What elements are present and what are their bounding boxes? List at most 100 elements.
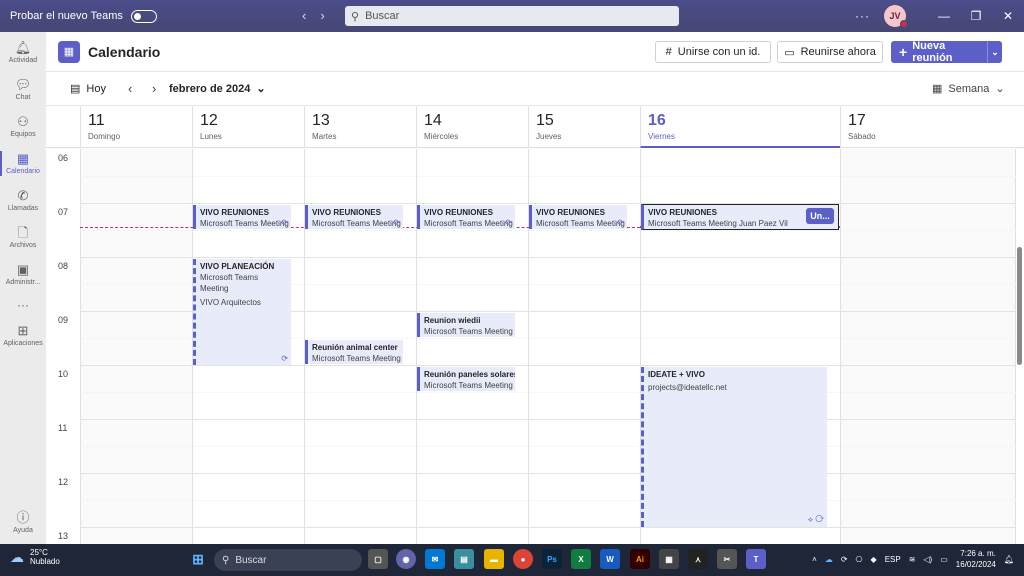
more-options-icon[interactable]: ··· (855, 9, 870, 23)
event-organizer: VIVO Arquitectos (200, 298, 261, 307)
next-week-icon[interactable]: › (152, 81, 156, 96)
event-vivo-reuniones[interactable]: VIVO REUNIONES Microsoft Teams Meeting ⟳ (305, 205, 403, 229)
calendar-app-icon: ▦ (58, 40, 80, 63)
chevron-up-icon[interactable]: ˄ (812, 555, 817, 564)
app-icon[interactable]: ▤ (454, 549, 474, 569)
event-ideate-vivo[interactable]: IDEATE + VIVO projects@ideatellc.net ⟡ ⟳ (641, 367, 827, 527)
language-indicator[interactable]: ESP (885, 555, 901, 564)
previous-week-icon[interactable]: ‹ (128, 81, 132, 96)
close-icon[interactable]: ✕ (992, 9, 1024, 23)
window-controls: ··· JV — ❐ ✕ (855, 0, 1024, 32)
day-header-thursday[interactable]: 15 Jueves (528, 106, 640, 148)
today-button[interactable]: ▤ Hoy (70, 82, 106, 96)
event-location: Microsoft Teams Meeting (312, 354, 401, 363)
view-switcher[interactable]: ▦ Semana ⌄ (932, 82, 1005, 96)
acrobat-icon[interactable]: ⋏ (688, 549, 708, 569)
month-label: febrero de 2024 (169, 82, 251, 95)
minimize-icon[interactable]: — (928, 9, 960, 23)
rail-item-chat[interactable]: 💬︎ Chat (0, 71, 46, 108)
file-explorer-icon[interactable]: ▬ (484, 549, 504, 569)
day-column[interactable] (80, 149, 192, 544)
hour-label: 06 (58, 153, 69, 163)
new-teams-toggle[interactable] (130, 9, 157, 23)
rail-label: Aplicaciones (3, 340, 43, 347)
event-vivo-reuniones[interactable]: VIVO REUNIONES Microsoft Teams Meeting ⟳ (193, 205, 291, 229)
rail-item-help[interactable]: ⓘ Ayuda (0, 504, 46, 541)
battery-icon[interactable]: ▭ (940, 555, 948, 564)
event-vivo-reuniones-selected[interactable]: VIVO REUNIONES Microsoft Teams Meeting J… (641, 204, 839, 230)
day-header-tuesday[interactable]: 13 Martes (304, 106, 416, 148)
windows-start-icon[interactable]: ⊞ (188, 549, 208, 569)
rail-item-calls[interactable]: ✆ Llamadas (0, 182, 46, 219)
event-vivo-planeacion[interactable]: VIVO PLANEACIÓN Microsoft Teams Meeting … (193, 259, 291, 365)
rail-label: Chat (15, 94, 31, 101)
day-name: Viernes (648, 132, 675, 141)
day-header-monday[interactable]: 12 Lunes (192, 106, 304, 148)
event-vivo-reuniones[interactable]: VIVO REUNIONES Microsoft Teams Meeting ⟳ (529, 205, 627, 229)
day-name: Domingo (88, 132, 121, 141)
day-column[interactable] (840, 149, 1016, 544)
sync-icon[interactable]: ⟳ (841, 555, 848, 564)
notifications-icon[interactable]: 🔔︎ (1004, 555, 1014, 564)
teams-chat-icon[interactable]: ◉ (396, 549, 416, 569)
illustrator-icon[interactable]: Ai (630, 549, 650, 569)
clock[interactable]: 7:26 a. m. 16/02/2024 (956, 548, 996, 570)
excel-icon[interactable]: X (571, 549, 591, 569)
taskbar-search[interactable]: ⚲ Buscar (214, 549, 362, 571)
search-input[interactable]: ⚲ Buscar (345, 6, 679, 26)
event-reunion-paneles-solares[interactable]: Reunión paneles solares Microsoft Teams … (417, 367, 515, 391)
calendar-toolbar: ▤ Hoy ‹ › febrero de 2024 ⌄ ▦ Semana ⌄ (46, 72, 1024, 106)
event-reunion-animal-center[interactable]: Reunión animal center Microsoft Teams Me… (305, 340, 403, 364)
event-location: Microsoft Teams Meeting (312, 219, 401, 228)
onedrive-icon[interactable]: ☁ (825, 555, 833, 564)
more-apps-icon[interactable]: ··· (0, 293, 46, 317)
teams-icon[interactable]: T (746, 549, 766, 569)
chevron-down-icon[interactable]: ⌄ (987, 41, 1002, 63)
day-header-friday[interactable]: 16 Viernes (640, 106, 840, 148)
rail-item-files[interactable]: 🗋 Archivos (0, 219, 46, 256)
rail-item-admin[interactable]: ▣ Administr... (0, 256, 46, 293)
event-reunion-wiedii[interactable]: Reunion wiedii Microsoft Teams Meeting (417, 313, 515, 337)
avatar[interactable]: JV (884, 5, 908, 28)
calculator-icon[interactable]: ▦ (659, 549, 679, 569)
day-name: Lunes (200, 132, 222, 141)
weather-widget[interactable]: ☁ 25°C Nublado (10, 548, 60, 566)
join-meeting-button[interactable]: Un... (806, 208, 834, 224)
rail-item-teams[interactable]: ⚇ Equipos (0, 108, 46, 145)
rail-item-calendar[interactable]: ▦ Calendario (0, 145, 46, 182)
wifi-icon[interactable]: ≋ (909, 555, 916, 564)
chrome-icon[interactable]: ● (513, 549, 533, 569)
new-meeting-button[interactable]: + Nueva reunión ⌄ (891, 40, 1002, 64)
back-arrow-icon[interactable]: ‹ (302, 8, 306, 23)
day-header-saturday[interactable]: 17 Sábado (840, 106, 1016, 148)
task-view-icon[interactable]: ▢ (368, 549, 388, 569)
event-vivo-reuniones[interactable]: VIVO REUNIONES Microsoft Teams Meeting ⟳ (417, 205, 515, 229)
day-header-wednesday[interactable]: 14 Miércoles (416, 106, 528, 148)
network-icon[interactable]: ⎔ (856, 555, 863, 564)
rail-item-activity[interactable]: 🔔︎ Actividad (0, 34, 46, 71)
dropbox-icon[interactable]: ◆ (871, 555, 877, 564)
restore-icon[interactable]: ❐ (960, 9, 992, 23)
day-header-sunday[interactable]: 11 Domingo (80, 106, 192, 148)
photoshop-icon[interactable]: Ps (542, 549, 562, 569)
volume-icon[interactable]: ◁) (923, 555, 932, 564)
day-name: Miércoles (424, 132, 459, 141)
calendar-grid[interactable]: 06 07 08 09 10 11 12 13 VIVO REUNIONES M… (46, 149, 1016, 544)
system-tray: ˄ ☁ ⟳ ⎔ ◆ ESP ≋ ◁) ▭ 7:26 a. m. 16/02/20… (812, 548, 1014, 570)
rail-label: Ayuda (13, 527, 33, 534)
mail-icon[interactable]: ✉ (425, 549, 445, 569)
hour-label: 07 (58, 207, 69, 217)
attachment-recurring-icon: ⟡ ⟳ (807, 515, 824, 524)
meet-now-button[interactable]: ▭ Reunirse ahora (777, 41, 883, 63)
word-icon[interactable]: W (600, 549, 620, 569)
forward-arrow-icon[interactable]: › (320, 8, 324, 23)
month-picker[interactable]: febrero de 2024 ⌄ (169, 82, 266, 96)
scrollbar[interactable] (1017, 247, 1022, 365)
new-meeting-label: Nueva reunión (912, 40, 953, 64)
rail-item-apps[interactable]: ⊞ Aplicaciones (0, 317, 46, 354)
video-icon: ▭ (784, 46, 795, 59)
try-new-teams: Probar el nuevo Teams (0, 9, 300, 23)
snipping-tool-icon[interactable]: ✂ (717, 549, 737, 569)
join-with-id-button[interactable]: # Unirse con un id. (655, 41, 771, 63)
day-number: 11 (88, 112, 105, 129)
